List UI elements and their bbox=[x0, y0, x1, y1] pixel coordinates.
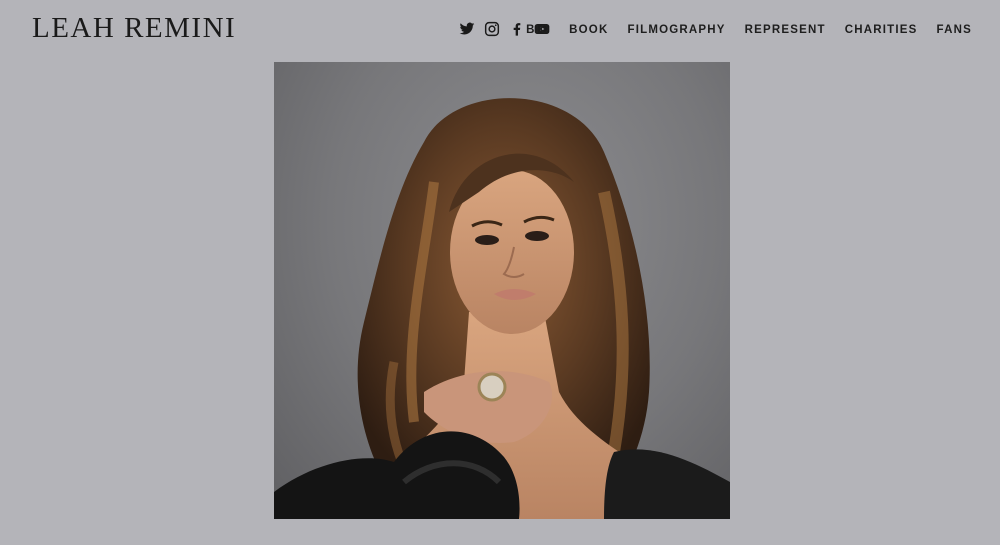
facebook-link[interactable] bbox=[509, 21, 525, 37]
instagram-icon bbox=[484, 21, 500, 37]
twitter-icon bbox=[459, 22, 475, 35]
nav-bio[interactable]: BIO bbox=[526, 22, 550, 38]
instagram-link[interactable] bbox=[484, 21, 500, 37]
nav-fans[interactable]: FANS bbox=[937, 22, 972, 38]
facebook-icon bbox=[513, 23, 521, 36]
hero-portrait-image bbox=[274, 62, 730, 519]
nav-book[interactable]: BOOK bbox=[569, 22, 608, 38]
site-logo[interactable]: LEAH REMINI bbox=[32, 12, 236, 44]
nav-filmography[interactable]: FILMOGRAPHY bbox=[627, 22, 725, 38]
portrait-illustration bbox=[274, 98, 730, 519]
twitter-link[interactable] bbox=[459, 21, 475, 37]
nav-represent[interactable]: REPRESENT bbox=[745, 22, 826, 38]
nav-charities[interactable]: CHARITIES bbox=[845, 22, 918, 38]
main-nav: BIO BOOK FILMOGRAPHY REPRESENT CHARITIES… bbox=[526, 22, 972, 38]
